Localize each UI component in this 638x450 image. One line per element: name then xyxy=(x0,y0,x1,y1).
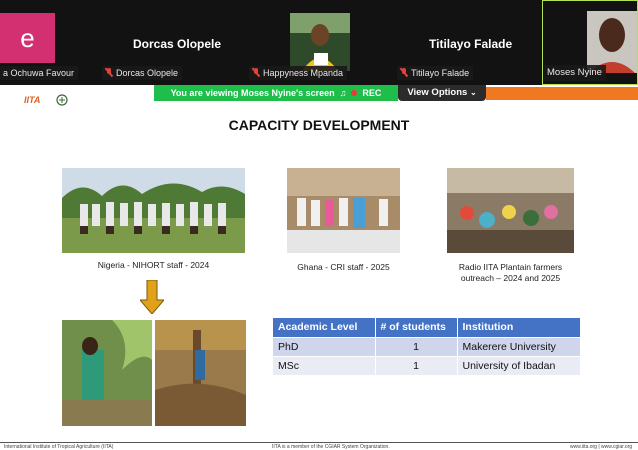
mic-muted-icon xyxy=(400,68,408,78)
radio-outreach-photo xyxy=(447,168,574,253)
table-cell: MSc xyxy=(273,356,376,376)
recording-label: REC xyxy=(362,88,382,98)
participant-name-chip: Moses Nyine xyxy=(544,65,606,81)
nigeria-group-photo xyxy=(62,168,245,253)
participant-name: Titilayo Falade xyxy=(411,68,470,78)
participant-name: Moses Nyine xyxy=(547,67,602,78)
table-header-cell: Academic Level xyxy=(273,318,376,338)
participant-name: Dorcas Olopele xyxy=(116,68,179,78)
participant-display-name: Dorcas Olopele xyxy=(133,37,222,51)
participant-tile[interactable]: e a Ochuwa Favour xyxy=(0,0,100,85)
participant-strip: e a Ochuwa Favour Dorcas Olopele Dorcas … xyxy=(0,0,638,85)
field-sample-photo xyxy=(155,320,246,426)
radio-caption: Radio IITA Plantain farmers outreach – 2… xyxy=(440,262,581,284)
nigeria-caption: Nigeria - NIHORT staff - 2024 xyxy=(97,260,210,270)
participant-name: a Ochuwa Favour xyxy=(3,68,75,78)
table-cell: 1 xyxy=(375,337,458,357)
table-header-cell: Institution xyxy=(457,318,581,338)
table-header-cell: # of students xyxy=(375,318,458,338)
recording-dot-icon xyxy=(351,90,358,96)
participant-tile[interactable]: Happyness Mpanda xyxy=(245,0,395,85)
screen-share-banner: You are viewing Moses Nyine's screen ♫ R… xyxy=(154,85,398,101)
students-table: Academic Level # of students Institution… xyxy=(273,318,581,376)
participant-name-chip: Happyness Mpanda xyxy=(249,66,348,80)
participant-name-chip: a Ochuwa Favour xyxy=(0,66,79,80)
participant-display-name: Titilayo Falade xyxy=(429,37,513,51)
table-cell: PhD xyxy=(273,337,376,357)
participant-name-chip: Dorcas Olopele xyxy=(102,66,183,80)
footer-divider xyxy=(0,442,638,443)
view-options-button[interactable]: View Options ⌄ xyxy=(398,85,486,101)
table-header-row: Academic Level # of students Institution xyxy=(273,318,581,338)
arrow-down-icon xyxy=(140,280,164,314)
cgiar-logo-icon xyxy=(56,94,68,106)
chevron-down-icon: ⌄ xyxy=(469,88,477,97)
ghana-caption: Ghana - CRI staff - 2025 xyxy=(297,262,390,272)
radio-caption-line-2: outreach – 2024 and 2025 xyxy=(460,273,561,283)
participant-video xyxy=(290,13,350,71)
radio-caption-line-1: Radio IITA Plantain farmers xyxy=(458,262,563,272)
participant-tile-active[interactable]: Moses Nyine xyxy=(542,0,638,85)
participant-tile[interactable]: Titilayo Falade Titilayo Falade xyxy=(395,0,542,85)
slide-accent-bar xyxy=(486,87,638,100)
participant-name-chip: Titilayo Falade xyxy=(397,66,474,80)
participant-video-image xyxy=(290,13,350,71)
participant-video-image xyxy=(587,11,637,73)
footer-center: IITA is a member of the CGIAR System Org… xyxy=(272,444,390,450)
iita-logo: IITA xyxy=(24,95,41,105)
participant-avatar: e xyxy=(0,13,55,63)
ghana-group-photo xyxy=(287,168,400,253)
view-options-label: View Options xyxy=(407,87,468,98)
slide-title: CAPACITY DEVELOPMENT xyxy=(228,117,410,133)
footer-left: International Institute of Tropical Agri… xyxy=(4,444,114,450)
footer-right: www.iita.org | www.cgiar.org xyxy=(570,444,633,450)
table-cell: Makerere University xyxy=(457,337,581,357)
table-row: MSc 1 University of Ibadan xyxy=(273,356,581,376)
field-work-photo xyxy=(62,320,152,426)
mic-muted-icon xyxy=(252,68,260,78)
table-cell: University of Ibadan xyxy=(457,356,581,376)
table-cell: 1 xyxy=(375,356,458,376)
speaker-icon: ♫ xyxy=(339,88,347,98)
participant-tile[interactable]: Dorcas Olopele Dorcas Olopele xyxy=(100,0,245,85)
participant-name: Happyness Mpanda xyxy=(263,68,344,78)
participant-video xyxy=(587,11,637,73)
mic-muted-icon xyxy=(105,68,113,78)
screen-share-text: You are viewing Moses Nyine's screen xyxy=(170,88,335,98)
table-row: PhD 1 Makerere University xyxy=(273,337,581,357)
